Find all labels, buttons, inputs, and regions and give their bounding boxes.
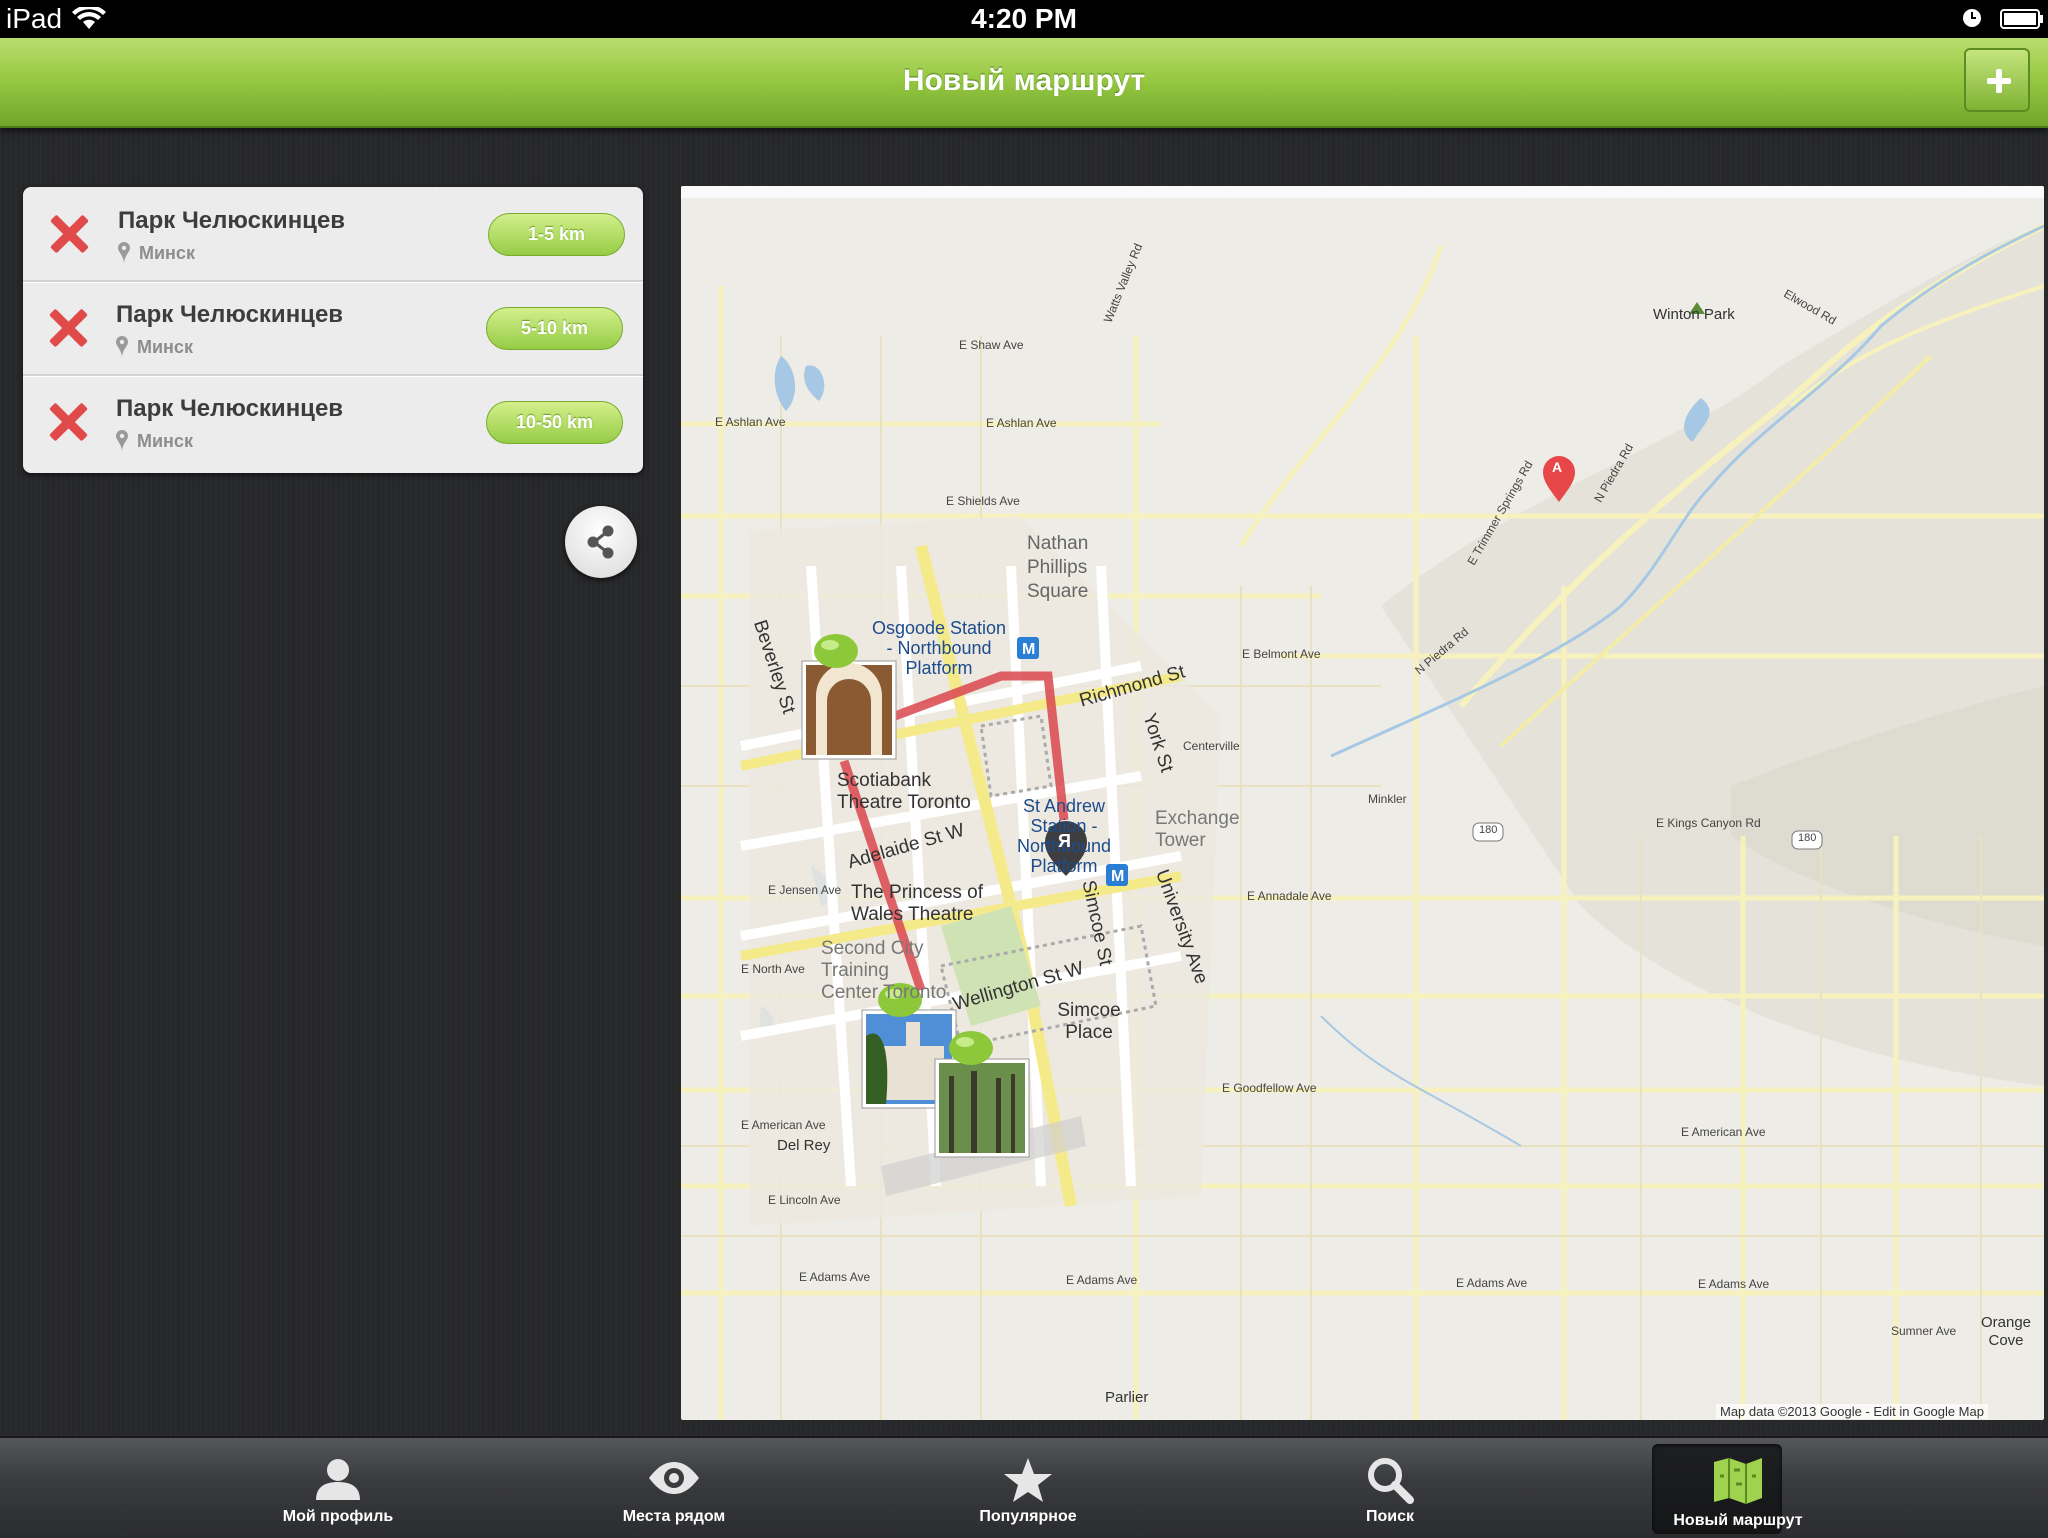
map-label: Orange Cove [1980, 1314, 2032, 1349]
map-label: Nathan Phillips Square [1027, 533, 1089, 602]
map-label: E American Ave [741, 1118, 826, 1132]
tab-label: Новый маршрут [1673, 1512, 1803, 1529]
navigation-bar: Новый маршрут [0, 38, 2048, 128]
map-label: E Adams Ave [1066, 1273, 1138, 1287]
place-name: Парк Челюскинцев [118, 207, 346, 234]
map-label: E Ashlan Ave [715, 415, 786, 429]
list-item[interactable]: Парк Челюскинцев Минск 5-10 km [23, 281, 643, 373]
map-label: E Shaw Ave [959, 338, 1024, 352]
location-pin-icon [118, 242, 130, 264]
add-route-button[interactable] [1964, 48, 2030, 112]
marker-ya-label: Я [1058, 831, 1071, 851]
tab-search[interactable]: Поиск [1315, 1438, 1465, 1538]
place-name: Парк Челюскинцев [116, 301, 344, 328]
delete-icon[interactable] [46, 401, 90, 445]
tab-popular[interactable]: Популярное [953, 1438, 1103, 1538]
marker-a-label: A [1552, 459, 1563, 475]
list-item[interactable]: Парк Челюскинцев Минск 1-5 km [23, 187, 643, 279]
alarm-clock-icon [1963, 9, 1981, 27]
map-label: Osgoode Station - Northbound Platform [871, 618, 1007, 678]
map-label: E American Ave [1681, 1125, 1766, 1139]
map-label: Del Rey [777, 1137, 831, 1154]
map-label: E Annadale Ave [1247, 889, 1332, 903]
map-label: Centerville [1183, 739, 1240, 753]
tab-label: Популярное [979, 1508, 1077, 1525]
status-bar: iPad 4:20 PM [0, 0, 2048, 38]
map-label: E Lincoln Ave [768, 1193, 841, 1207]
map-label: Sumner Ave [1891, 1324, 1957, 1338]
map-label: E Adams Ave [1456, 1276, 1528, 1290]
map-label: 180 [1798, 832, 1817, 844]
route-points-list: Парк Челюскинцев Минск 1-5 km Парк Челюс… [23, 187, 643, 473]
map-label: Winton Park [1653, 306, 1735, 323]
map-label: The Princess of Wales Theatre [851, 882, 983, 925]
location-pin-icon [116, 336, 128, 358]
route-map[interactable]: M M Winton Park Osgoode Station - Northb… [681, 186, 2044, 1420]
tab-label: Места рядом [622, 1508, 726, 1525]
location-pin-icon [116, 430, 128, 452]
map-label: Scotiabank Theatre Toronto [837, 770, 971, 813]
tab-new-route[interactable]: Новый маршрут [1663, 1438, 1813, 1538]
place-city: Минск [139, 243, 195, 263]
distance-badge[interactable]: 1-5 km [488, 213, 625, 256]
tab-bar: Мой профиль Места рядом Популярное Поиск… [0, 1436, 2048, 1538]
tab-label: Мой профиль [282, 1508, 394, 1525]
battery-icon [2000, 9, 2043, 29]
person-icon [316, 1459, 360, 1500]
share-button[interactable] [565, 506, 637, 578]
star-icon [1004, 1458, 1052, 1502]
map-label: Exchange Tower [1155, 808, 1240, 851]
map-label: Simcoe Place [1057, 1000, 1121, 1043]
map-icon [1714, 1458, 1762, 1504]
svg-text:M: M [1022, 641, 1035, 658]
map-label: Minkler [1368, 792, 1407, 806]
place-city: Минск [137, 431, 193, 451]
map-label: E Goodfellow Ave [1222, 1081, 1317, 1095]
map-label: E Kings Canyon Rd [1656, 816, 1761, 830]
map-label: E Shields Ave [946, 494, 1020, 508]
share-icon [587, 525, 614, 559]
delete-icon[interactable] [47, 213, 91, 257]
eye-icon [649, 1462, 699, 1494]
tab-my-profile[interactable]: Мой профиль [263, 1438, 413, 1538]
delete-icon[interactable] [46, 307, 90, 351]
place-city: Минск [137, 337, 193, 357]
map-label: E Belmont Ave [1242, 647, 1321, 661]
map-label: E Adams Ave [799, 1270, 871, 1284]
distance-badge[interactable]: 10-50 km [486, 401, 623, 444]
list-item[interactable]: Парк Челюскинцев Минск 10-50 km [23, 375, 643, 467]
map-label: E North Ave [741, 962, 805, 976]
map-label: E Ashlan Ave [986, 416, 1057, 430]
page-title: Новый маршрут [902, 64, 1146, 97]
map-credit[interactable]: Map data ©2013 Google - Edit in Google M… [1716, 1404, 1988, 1419]
status-time: 4:20 PM [971, 3, 1077, 34]
map-label: Parlier [1105, 1389, 1149, 1406]
search-icon [1368, 1458, 1414, 1504]
place-name: Парк Челюскинцев [116, 395, 344, 422]
map-label: 180 [1479, 824, 1498, 836]
tab-label: Поиск [1365, 1508, 1414, 1525]
map-label: Second City Training Center Toronto [821, 938, 947, 1003]
map-label: E Adams Ave [1698, 1277, 1770, 1291]
map-label: E Jensen Ave [768, 883, 842, 897]
distance-badge[interactable]: 5-10 km [486, 307, 623, 350]
tab-nearby[interactable]: Места рядом [599, 1438, 749, 1538]
